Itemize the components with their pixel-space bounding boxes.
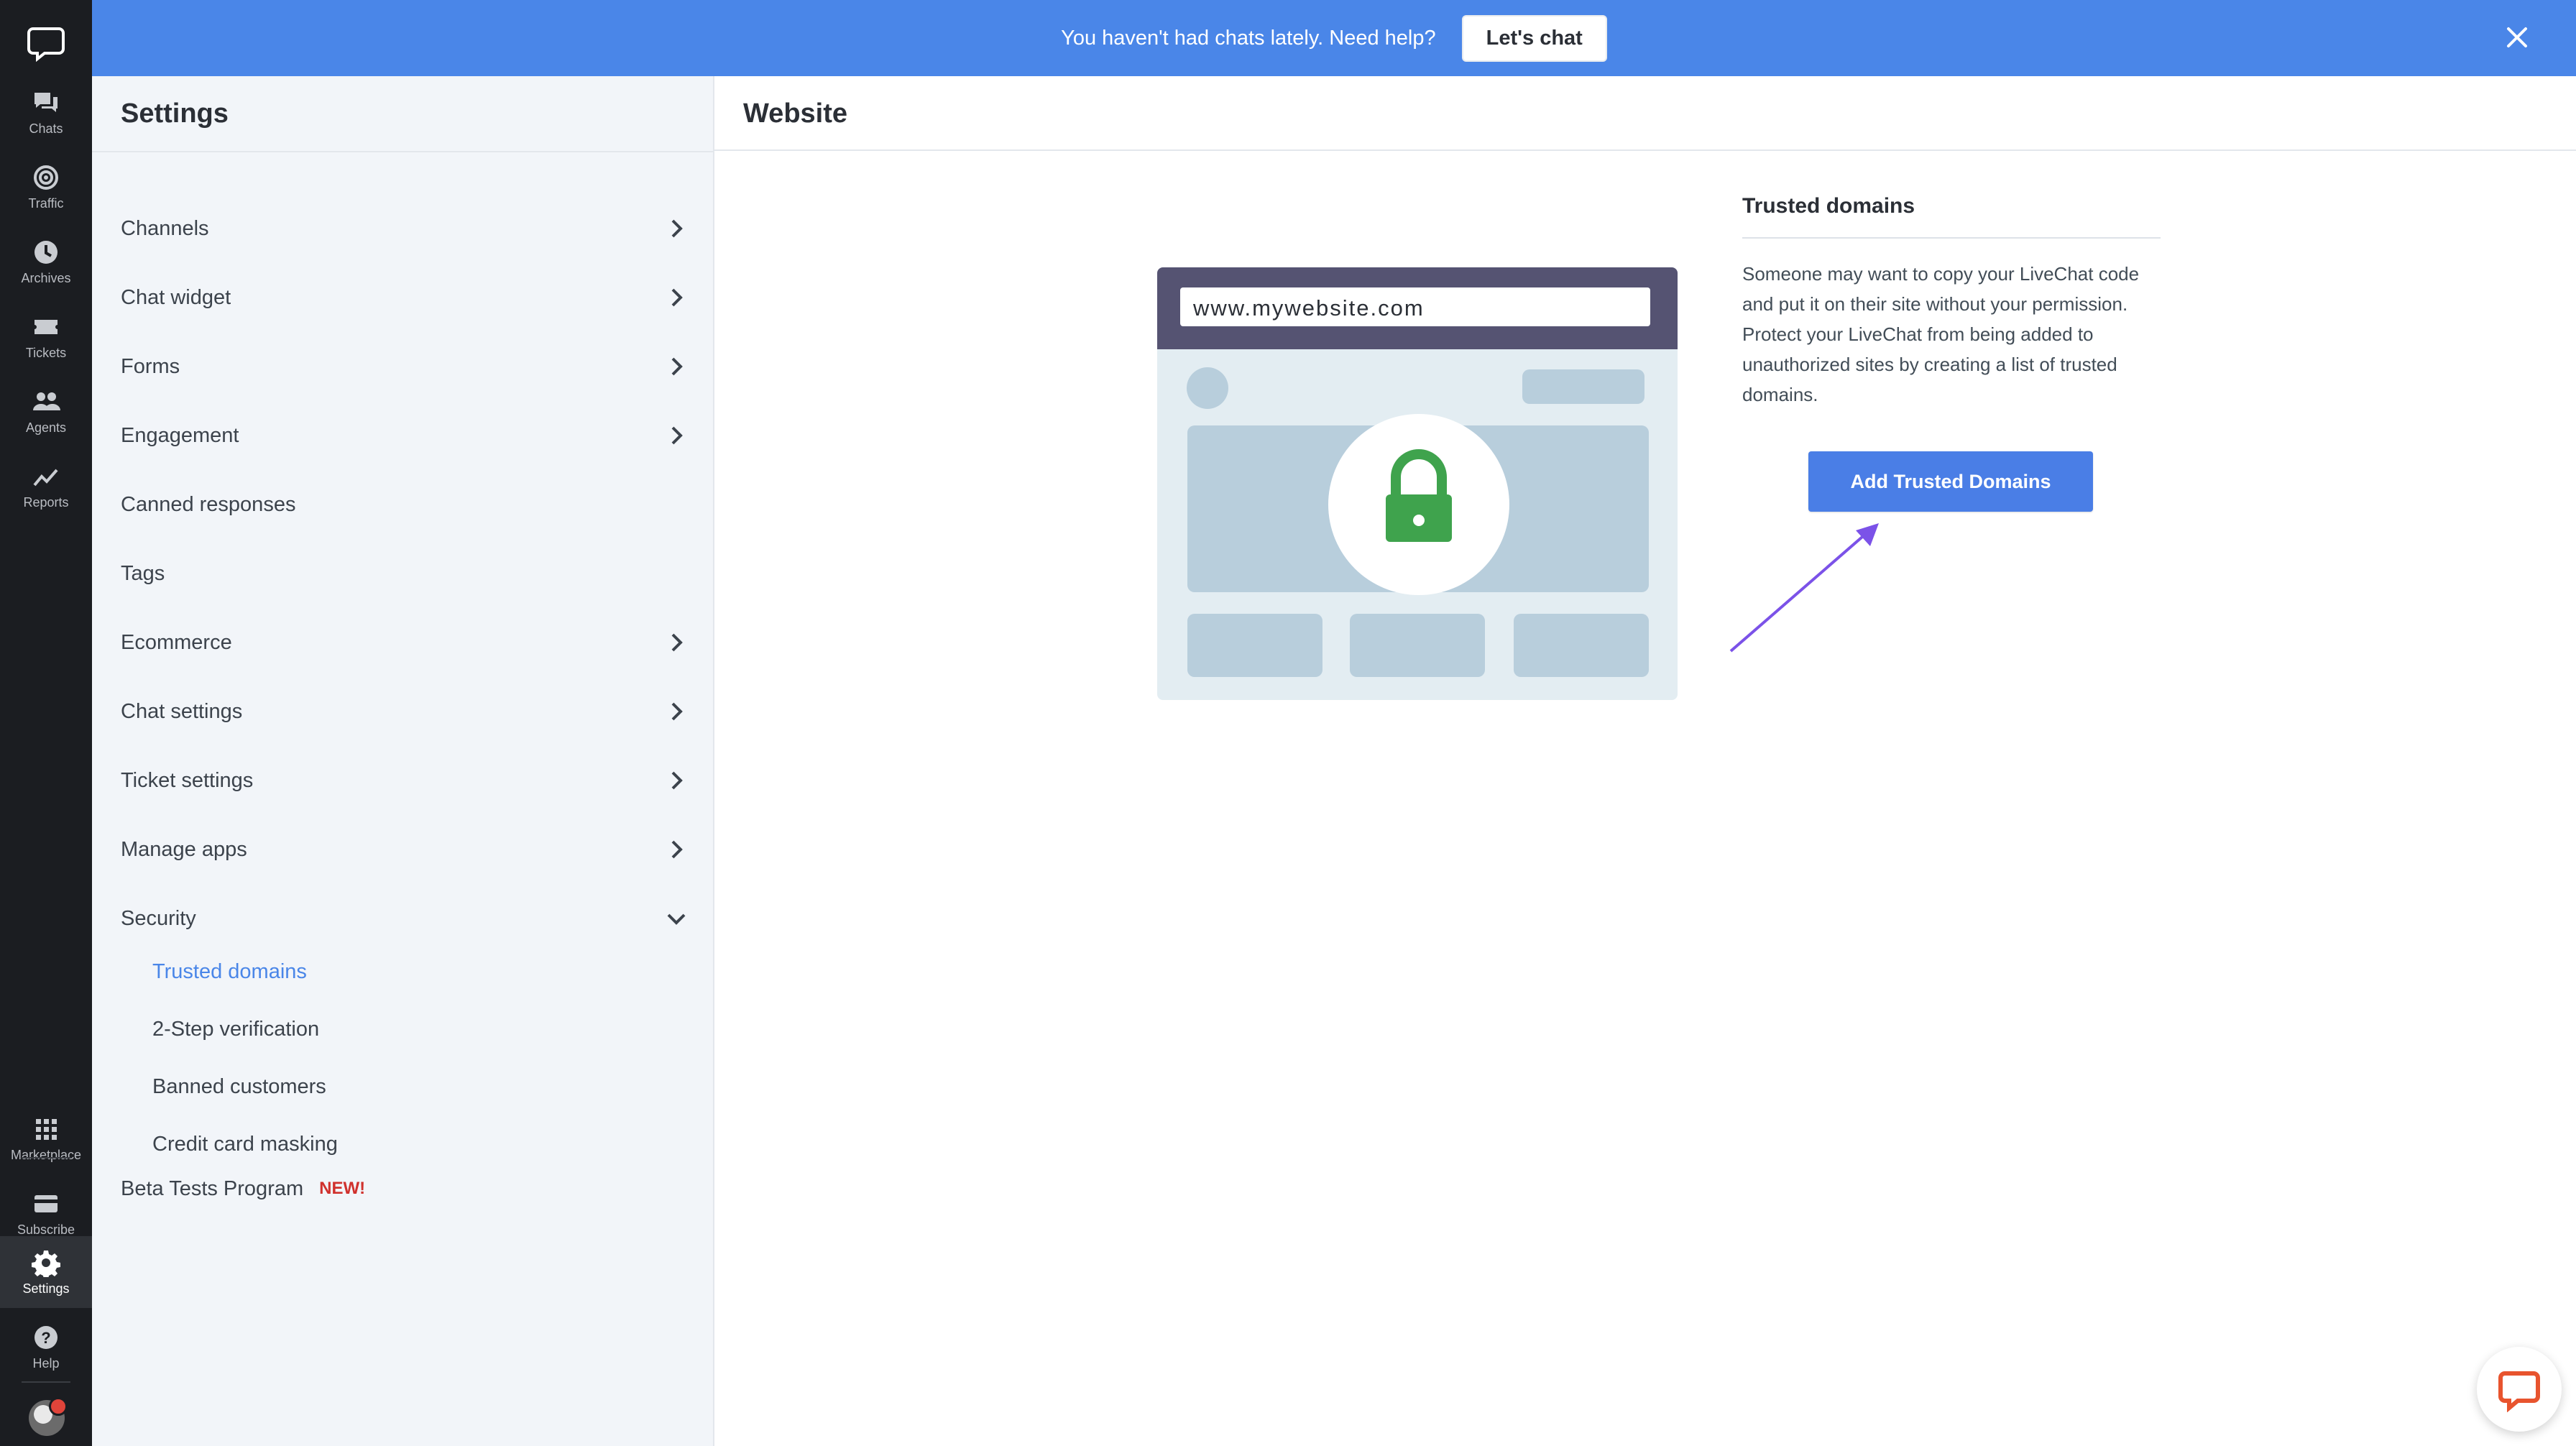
menu-item-label: Engagement — [121, 423, 239, 447]
chat-bubble-icon — [2498, 1371, 2540, 1412]
agents-icon — [33, 392, 60, 410]
menu-item-label: Channels — [121, 216, 209, 240]
chats-icon — [34, 92, 58, 112]
notification-dot — [49, 1397, 68, 1416]
chevron-down-icon — [667, 913, 686, 925]
chevron-right-icon — [671, 771, 683, 790]
rail-label: Marketplace — [10, 1147, 82, 1162]
rail-item-tickets[interactable]: Tickets — [0, 299, 92, 374]
rail-label: Archives — [21, 270, 71, 285]
menu-item-label: Security — [121, 906, 196, 930]
archives-icon — [34, 240, 58, 264]
rail-item-archives[interactable]: Archives — [0, 224, 92, 299]
rail-label: Tickets — [25, 345, 67, 360]
banner-text: You haven't had chats lately. Need help? — [1061, 26, 1436, 50]
rail-divider — [22, 1381, 70, 1383]
settings-title: Settings — [121, 98, 229, 129]
menu-item-forms[interactable]: Forms — [121, 338, 689, 395]
chevron-right-icon — [671, 288, 683, 307]
marketplace-icon — [36, 1118, 57, 1140]
rail-item-traffic[interactable]: Traffic — [0, 149, 92, 224]
menu-item-ecommerce[interactable]: Ecommerce — [121, 614, 689, 671]
menu-item-tags[interactable]: Tags — [121, 545, 689, 602]
chevron-right-icon — [671, 840, 683, 859]
sub-item-banned-customers[interactable]: Banned customers — [152, 1062, 326, 1112]
help-icon: ? — [34, 1325, 58, 1349]
rail-label: Reports — [23, 494, 69, 510]
menu-item-label: Beta Tests Program — [121, 1176, 304, 1200]
menu-item-ticket-settings[interactable]: Ticket settings — [121, 752, 689, 809]
lets-chat-button[interactable]: Let's chat — [1461, 14, 1607, 62]
illustration-url: www.mywebsite.com — [1192, 295, 1425, 321]
menu-item-security[interactable]: Security — [121, 890, 689, 947]
rail-label: Traffic — [28, 195, 64, 211]
menu-item-chat-settings[interactable]: Chat settings — [121, 683, 689, 740]
trusted-domains-description: Someone may want to copy your LiveChat c… — [1742, 263, 2140, 405]
divider — [1742, 237, 2161, 239]
rail-item-reports[interactable]: Reports — [0, 448, 92, 523]
rail-item-agents[interactable]: Agents — [0, 374, 92, 448]
rail-label: Subscribe — [17, 1222, 75, 1237]
pointer-arrow-icon — [1729, 523, 1879, 653]
settings-panel: Settings Channels Chat widget Forms Enga… — [92, 76, 714, 1446]
rail-label: Settings — [22, 1281, 70, 1296]
menu-item-manage-apps[interactable]: Manage apps — [121, 821, 689, 878]
tickets-icon — [34, 319, 58, 334]
menu-item-label: Manage apps — [121, 837, 247, 861]
menu-item-label: Tags — [121, 561, 165, 585]
menu-item-label: Ecommerce — [121, 630, 232, 654]
menu-item-label: Chat settings — [121, 699, 243, 723]
add-trusted-domains-button[interactable]: Add Trusted Domains — [1808, 451, 2093, 512]
rail-label: Help — [32, 1355, 60, 1371]
help-banner: You haven't had chats lately. Need help?… — [92, 0, 2576, 76]
chat-widget-button[interactable] — [2477, 1347, 2562, 1432]
divider — [714, 149, 2576, 151]
menu-item-canned-responses[interactable]: Canned responses — [121, 476, 689, 533]
chevron-right-icon — [671, 219, 683, 238]
reports-icon — [33, 469, 58, 486]
rail-label: Chats — [29, 121, 63, 136]
rail-item-help[interactable]: ? Help — [0, 1309, 92, 1384]
website-lock-illustration: www.mywebsite.com — [1157, 267, 1678, 700]
menu-item-label: Chat widget — [121, 285, 231, 309]
sub-item-2-step-verification[interactable]: 2-Step verification — [152, 1004, 319, 1054]
menu-item-chat-widget[interactable]: Chat widget — [121, 269, 689, 326]
rail-label: Agents — [25, 420, 67, 435]
menu-item-beta-tests[interactable]: Beta Tests Program NEW! — [121, 1160, 689, 1217]
close-icon[interactable] — [2501, 22, 2533, 53]
chevron-right-icon — [671, 426, 683, 445]
page-title: Website — [743, 98, 848, 129]
menu-item-channels[interactable]: Channels — [121, 200, 689, 257]
new-badge: NEW! — [319, 1179, 366, 1198]
menu-item-label: Ticket settings — [121, 768, 254, 792]
chevron-right-icon — [671, 357, 683, 376]
rail-item-settings[interactable]: Settings — [0, 1236, 92, 1308]
livechat-logo-icon[interactable] — [27, 24, 65, 62]
divider — [92, 151, 713, 152]
rail-divider — [22, 1157, 70, 1159]
chevron-right-icon — [671, 702, 683, 721]
rail-item-chats[interactable]: Chats — [0, 75, 92, 149]
svg-text:?: ? — [41, 1329, 50, 1347]
settings-icon — [32, 1250, 60, 1277]
chevron-right-icon — [671, 633, 683, 652]
menu-item-label: Canned responses — [121, 492, 296, 516]
icon-rail: Chats Traffic Archives Tickets Agents Re… — [0, 0, 92, 1446]
rail-item-marketplace[interactable]: Marketplace — [0, 1101, 92, 1176]
subscribe-icon — [34, 1194, 58, 1212]
menu-item-label: Forms — [121, 354, 180, 378]
menu-item-engagement[interactable]: Engagement — [121, 407, 689, 464]
sub-item-trusted-domains[interactable]: Trusted domains — [152, 947, 307, 997]
trusted-domains-title: Trusted domains — [1742, 194, 1915, 218]
traffic-icon — [34, 165, 58, 190]
